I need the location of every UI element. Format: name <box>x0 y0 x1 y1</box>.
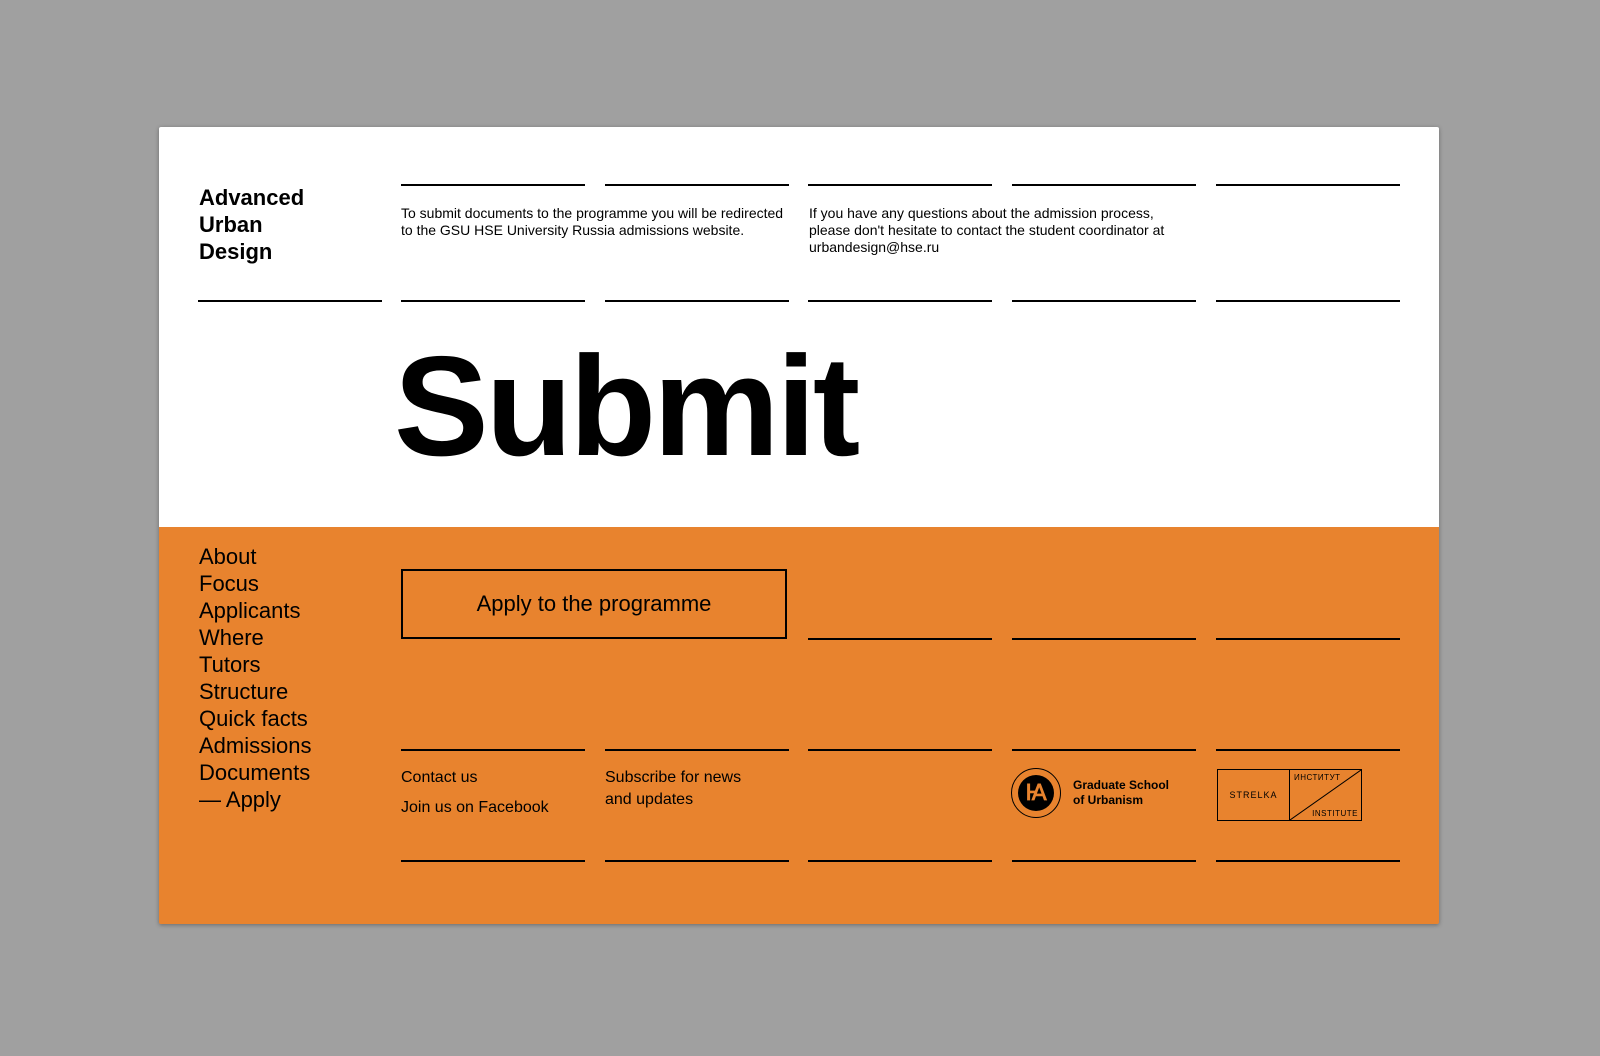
strelka-logo[interactable]: STRELKA ИНСТИТУТ INSTITUTE <box>1217 769 1362 821</box>
contact-us-link[interactable]: Contact us <box>401 767 477 789</box>
facebook-link[interactable]: Join us on Facebook <box>401 797 549 819</box>
brand-line: Advanced <box>199 185 305 210</box>
hse-logo-text: Graduate School of Urbanism <box>1073 778 1169 808</box>
divider <box>1216 638 1400 640</box>
hse-logo-line: of Urbanism <box>1073 793 1144 807</box>
brand-line: Urban <box>199 212 263 237</box>
nav-item-structure[interactable]: Structure <box>199 678 311 705</box>
brand-line: Design <box>199 239 273 264</box>
nav-item-quick-facts[interactable]: Quick facts <box>199 705 311 732</box>
contact-info-line: please don't hesitate to contact the stu… <box>809 222 1165 238</box>
divider <box>1012 184 1196 186</box>
divider <box>1012 749 1196 751</box>
subscribe-line: Subscribe for news <box>605 769 742 786</box>
subscribe-line: and updates <box>605 791 694 808</box>
hse-glyph: Ꙗ <box>1018 775 1054 811</box>
divider <box>1216 860 1400 862</box>
divider <box>401 749 585 751</box>
divider <box>808 638 992 640</box>
page-card: Advanced Urban Design To submit document… <box>159 127 1439 924</box>
divider <box>808 184 992 186</box>
divider <box>1012 638 1196 640</box>
divider <box>401 300 585 302</box>
nav-item-tutors[interactable]: Tutors <box>199 651 311 678</box>
divider <box>1012 300 1196 302</box>
nav-item-focus[interactable]: Focus <box>199 570 311 597</box>
divider <box>1012 860 1196 862</box>
header-section: Advanced Urban Design To submit document… <box>159 127 1439 527</box>
divider <box>1216 749 1400 751</box>
apply-button[interactable]: Apply to the programme <box>401 569 787 639</box>
redirect-info-line: to the GSU HSE University Russia admissi… <box>401 222 745 238</box>
divider <box>605 860 789 862</box>
divider <box>605 749 789 751</box>
subscribe-link[interactable]: Subscribe for news and updates <box>605 767 741 811</box>
divider <box>401 184 585 186</box>
divider <box>401 860 585 862</box>
nav-item-about[interactable]: About <box>199 543 311 570</box>
nav-item-documents[interactable]: Documents <box>199 759 311 786</box>
divider <box>1216 184 1400 186</box>
divider <box>808 749 992 751</box>
divider <box>605 184 789 186</box>
contact-email[interactable]: urbandesign@hse.ru <box>809 239 1209 256</box>
contact-info-line: If you have any questions about the admi… <box>809 205 1154 221</box>
nav-item-apply[interactable]: — Apply <box>199 786 311 813</box>
page-title: Submit <box>394 327 860 486</box>
hse-logo[interactable]: Ꙗ Graduate School of Urbanism <box>1011 768 1169 818</box>
nav-item-where[interactable]: Where <box>199 624 311 651</box>
hse-seal-icon: Ꙗ <box>1011 768 1061 818</box>
site-logo[interactable]: Advanced Urban Design <box>199 184 359 265</box>
contact-info: If you have any questions about the admi… <box>809 205 1209 256</box>
divider <box>808 300 992 302</box>
strelka-label-ru: ИНСТИТУТ <box>1294 773 1341 782</box>
footer-section: About Focus Applicants Where Tutors Stru… <box>159 527 1439 924</box>
divider <box>1216 300 1400 302</box>
nav-item-admissions[interactable]: Admissions <box>199 732 311 759</box>
divider <box>808 860 992 862</box>
strelka-label-en: INSTITUTE <box>1312 809 1358 818</box>
divider <box>605 300 789 302</box>
divider <box>198 300 382 302</box>
main-nav: About Focus Applicants Where Tutors Stru… <box>199 543 311 813</box>
strelka-label: STRELKA <box>1218 770 1290 820</box>
redirect-info-line: To submit documents to the programme you… <box>401 205 784 221</box>
nav-item-applicants[interactable]: Applicants <box>199 597 311 624</box>
redirect-info: To submit documents to the programme you… <box>401 205 801 239</box>
hse-logo-line: Graduate School <box>1073 778 1170 792</box>
